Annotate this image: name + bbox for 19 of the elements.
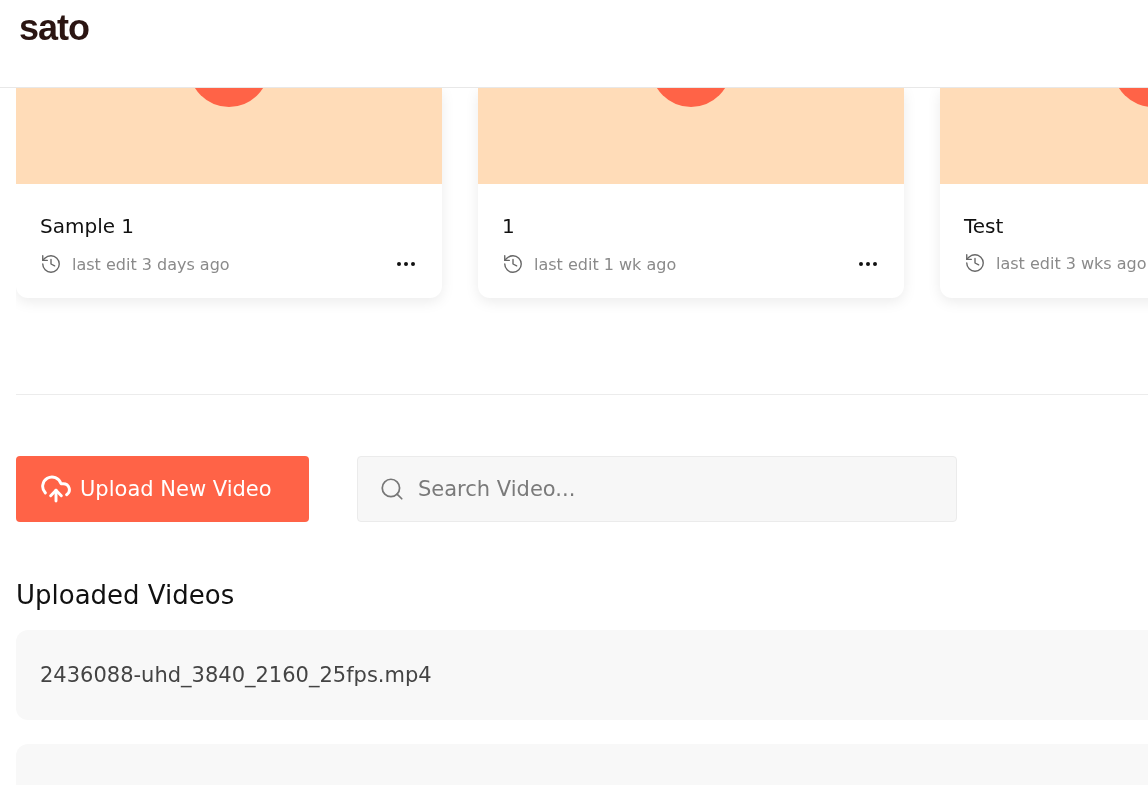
project-title: 1 — [502, 214, 516, 238]
history-icon — [964, 252, 986, 274]
last-edit-text: last edit 3 wks ago — [996, 253, 1147, 273]
file-name: 2436088-uhd_3840_2160_25fps.mp4 — [40, 663, 432, 687]
project-card[interactable]: Test last edit 3 wks ago — [940, 88, 1148, 298]
history-icon — [40, 253, 62, 275]
history-icon — [502, 253, 524, 275]
project-card[interactable]: Sample 1 last edit 3 days ago — [16, 88, 442, 298]
last-edit-text: last edit 1 wk ago — [534, 254, 677, 274]
search-field[interactable]: Search Video... — [357, 456, 957, 522]
project-title: Test — [964, 214, 1005, 238]
logo[interactable]: sato — [19, 10, 90, 46]
search-icon — [379, 476, 405, 502]
last-edit-text: last edit 3 days ago — [72, 254, 230, 274]
project-card[interactable]: 1 last edit 1 wk ago — [478, 88, 904, 298]
project-title: Sample 1 — [40, 214, 136, 238]
section-heading: Uploaded Videos — [16, 580, 236, 610]
video-row[interactable]: 2436088-uhd_3840_2160_25fps.mp4 — [16, 630, 1148, 720]
cloud-upload-icon — [40, 473, 72, 505]
